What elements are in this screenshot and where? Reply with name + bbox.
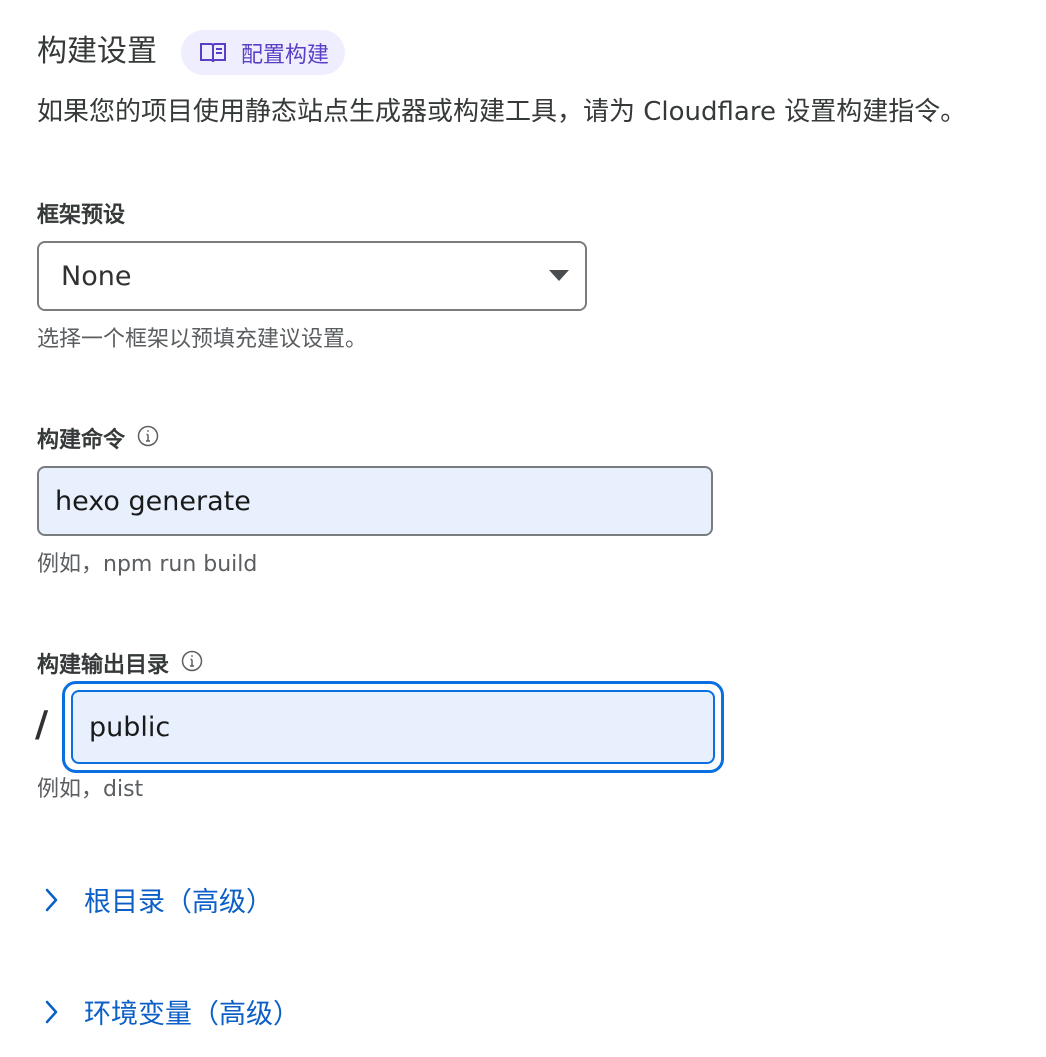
framework-preset-label-text: 框架预设 (37, 203, 126, 228)
build-command-helper: 例如，npm run build (37, 552, 258, 577)
chevron-right-icon (40, 886, 62, 914)
caret-down-icon (549, 270, 569, 281)
build-output-label: 构建输出目录 (37, 650, 203, 681)
page-description: 如果您的项目使用静态站点生成器或构建工具，请为 Cloudflare 设置构建指… (37, 97, 967, 127)
build-output-helper: 例如，dist (37, 777, 144, 802)
page-title: 构建设置 (37, 34, 157, 69)
book-icon (199, 41, 227, 65)
info-icon[interactable] (137, 425, 159, 456)
chevron-right-icon (40, 998, 62, 1026)
root-directory-expander[interactable]: 根目录（高级） (40, 880, 273, 919)
environment-variables-expander[interactable]: 环境变量（高级） (40, 992, 300, 1031)
path-prefix: / (35, 704, 49, 745)
root-directory-label: 根目录（高级） (84, 887, 273, 918)
build-command-label-text: 构建命令 (37, 427, 126, 453)
framework-preset-selected-value: None (61, 260, 132, 292)
build-output-label-text: 构建输出目录 (37, 652, 170, 678)
docs-link-button[interactable]: 配置构建 (181, 30, 346, 75)
framework-preset-label: 框架预设 (37, 201, 125, 231)
info-icon[interactable] (181, 650, 203, 681)
build-command-input[interactable] (37, 466, 713, 536)
framework-preset-select[interactable]: None (37, 241, 587, 311)
framework-preset-helper: 选择一个框架以预填充建议设置。 (37, 327, 368, 352)
environment-variables-label: 环境变量（高级） (84, 999, 300, 1030)
build-command-label: 构建命令 (37, 425, 159, 456)
build-output-input[interactable] (71, 690, 715, 764)
docs-link-label: 配置构建 (241, 42, 330, 68)
